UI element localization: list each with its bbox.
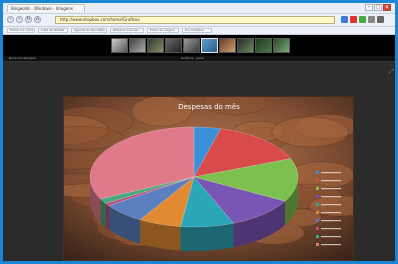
legend-swatch	[316, 179, 319, 182]
legend-swatch	[316, 235, 319, 238]
legend-swatch	[316, 211, 319, 214]
viewer-center-label: Gráficos - pizza	[181, 56, 205, 60]
coin	[271, 116, 349, 148]
forward-button[interactable]: ›	[16, 16, 23, 23]
legend-label	[321, 180, 341, 182]
legend-label	[321, 228, 341, 230]
thumbnail[interactable]	[147, 38, 164, 53]
side-control-icon[interactable]: ⤢	[389, 68, 395, 76]
thumbnail[interactable]	[165, 38, 182, 53]
legend-swatch	[316, 171, 319, 174]
legend-swatch	[316, 243, 319, 246]
bookmark-item[interactable]: Agenda de Reuniões	[71, 28, 107, 33]
thumbnail[interactable]	[255, 38, 272, 53]
legend-label	[321, 172, 341, 174]
pie-slice-side	[105, 203, 109, 230]
thumbnail[interactable]	[237, 38, 254, 53]
page-menu-icon[interactable]	[368, 16, 375, 23]
thumbnail-strip	[3, 35, 395, 56]
close-button[interactable]: x	[383, 4, 391, 11]
addon-icon[interactable]	[350, 16, 357, 23]
pie-top	[89, 126, 299, 228]
browser-tab[interactable]: Bingwalls - Windows - Imagens	[7, 4, 85, 12]
thumbnail[interactable]	[111, 38, 128, 53]
bookmark-item[interactable]: Fotos de viagem	[147, 28, 179, 33]
url-input[interactable]: http://www.dropbox.com/home/Graficos	[55, 16, 335, 24]
refresh-button[interactable]: ↻	[25, 16, 32, 23]
viewer-left-label[interactable]: Nova visualização	[9, 56, 36, 61]
legend-label	[321, 212, 341, 214]
back-button[interactable]: ‹	[7, 16, 14, 23]
thumbnail[interactable]	[183, 38, 200, 53]
legend-swatch	[316, 227, 319, 230]
chart-title: Despesas do mês	[178, 103, 240, 111]
chart-photo[interactable]: Despesas do mês	[63, 96, 354, 261]
wrench-icon[interactable]	[377, 16, 384, 23]
legend-swatch	[316, 203, 319, 206]
title-bar: Bingwalls - Windows - Imagens – □ x	[3, 3, 395, 14]
minimize-button[interactable]: –	[365, 4, 373, 11]
bookmark-star-icon[interactable]	[341, 16, 348, 23]
coin	[131, 97, 192, 127]
maximize-button[interactable]: □	[374, 4, 382, 11]
address-bar-row: ‹ › ↻ ⌂ http://www.dropbox.com/home/Graf…	[3, 14, 395, 27]
pie-slice-side	[100, 198, 106, 228]
legend-label	[321, 236, 341, 238]
bookmark-item[interactable]: Entrar na conta	[7, 28, 35, 33]
legend-swatch	[316, 219, 319, 222]
thumbnail[interactable]	[129, 38, 146, 53]
legend-label	[321, 188, 341, 190]
thumbnail-selected[interactable]	[201, 38, 218, 53]
bookmarks-bar: Entrar na conta Lista de tarefas Agenda …	[3, 27, 395, 35]
home-button[interactable]: ⌂	[34, 16, 41, 23]
legend-swatch	[316, 187, 319, 190]
image-viewer: ⤢ Despesas do mês	[3, 62, 395, 261]
pie-slice-side	[180, 223, 234, 251]
legend-label	[321, 220, 341, 222]
legend-swatch	[316, 195, 319, 198]
extension-icon[interactable]	[359, 16, 366, 23]
thumbnail[interactable]	[219, 38, 236, 53]
legend-label	[321, 196, 341, 198]
bookmark-item[interactable]: Lista de tarefas	[38, 28, 68, 33]
browser-window: Bingwalls - Windows - Imagens – □ x ‹ › …	[3, 3, 395, 261]
pie-chart: Despesas do mês	[64, 97, 353, 260]
legend-label	[321, 204, 341, 206]
thumbnail[interactable]	[273, 38, 290, 53]
bookmark-item[interactable]: Documentos	[182, 28, 212, 33]
legend-label	[321, 244, 341, 246]
bookmark-item[interactable]: Modelos mensais	[110, 28, 144, 33]
